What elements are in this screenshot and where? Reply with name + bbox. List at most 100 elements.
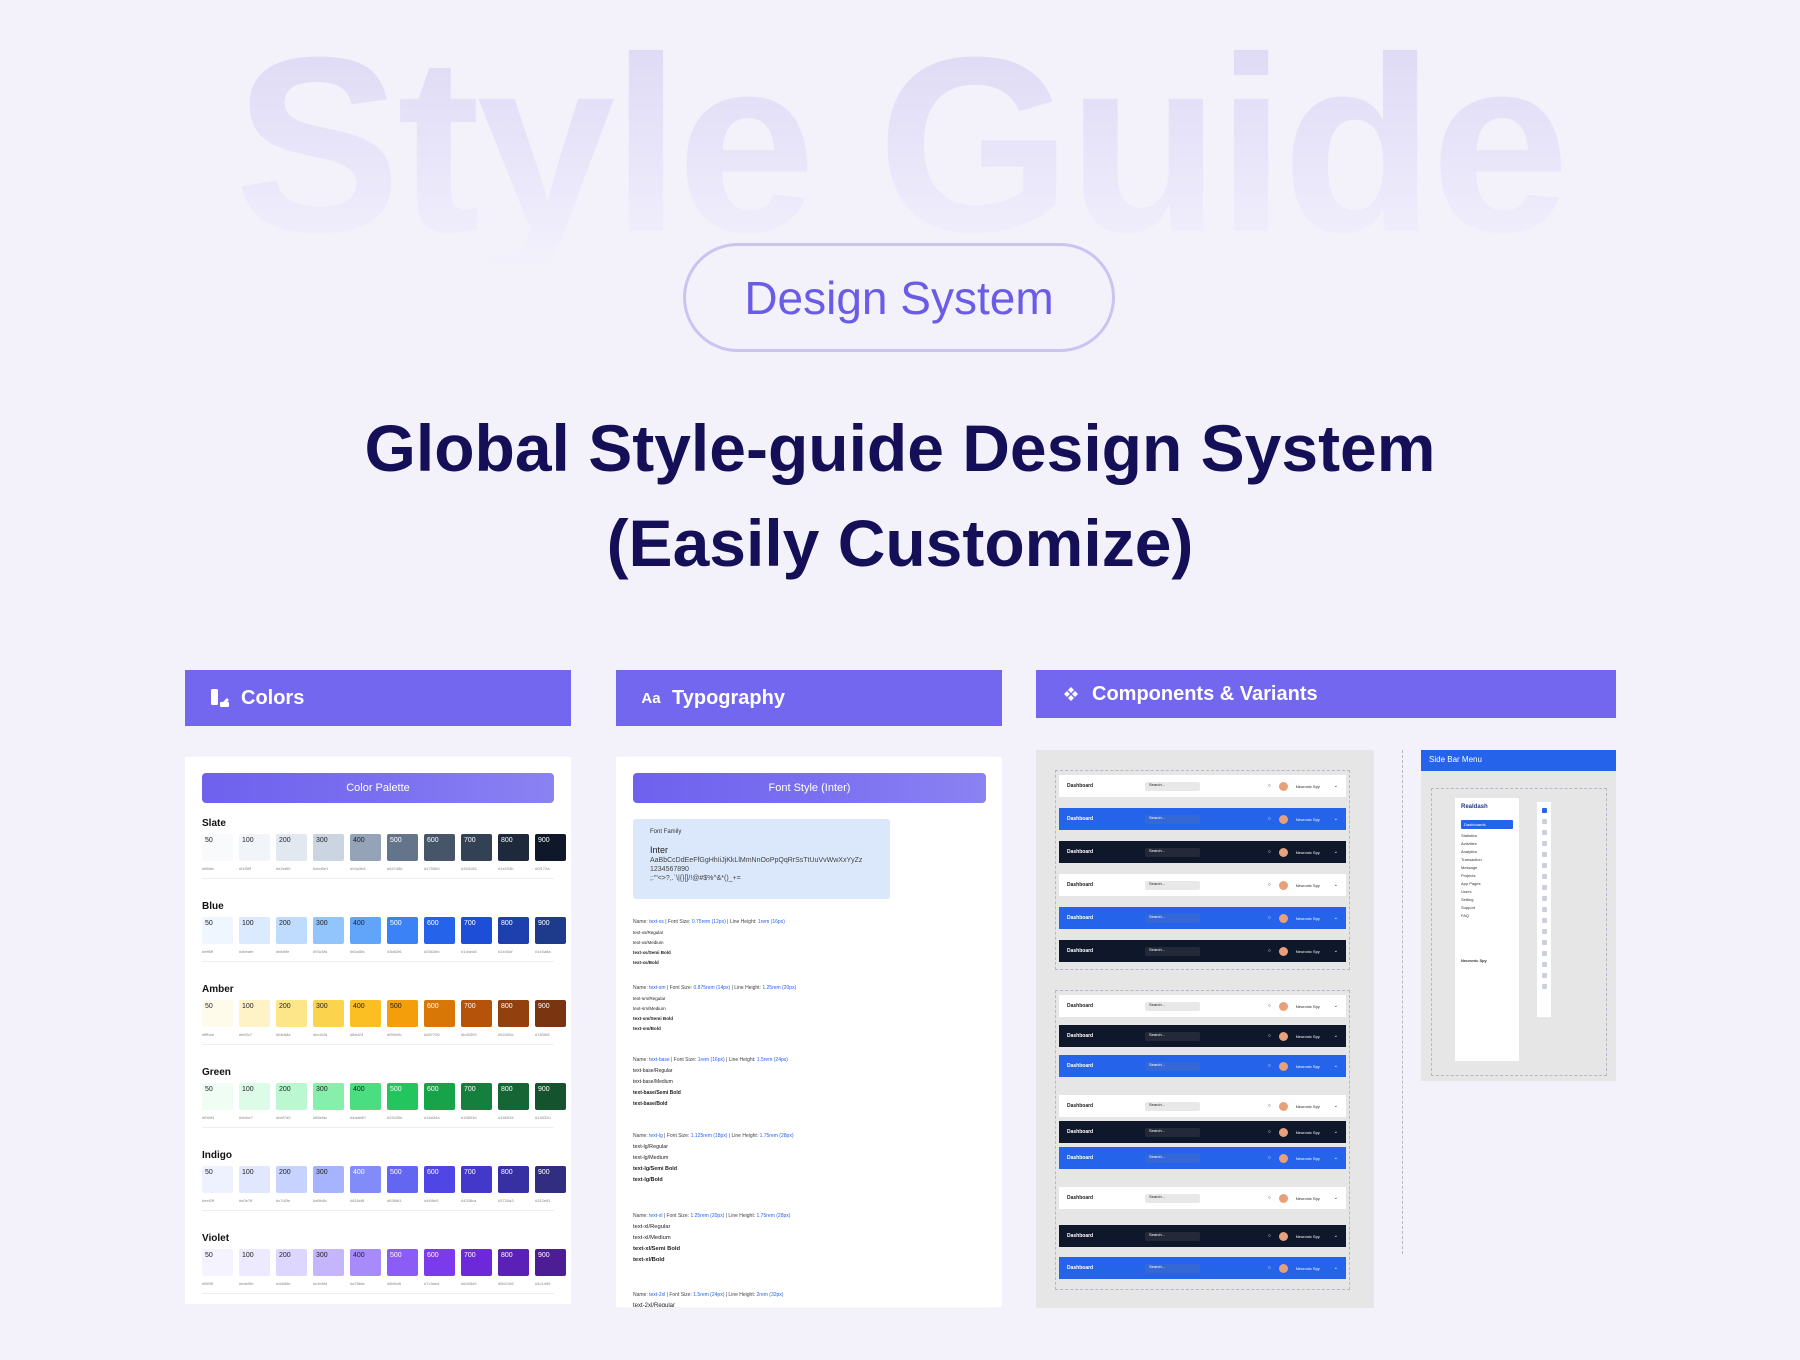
rail-icon[interactable] bbox=[1541, 907, 1547, 912]
sidebar-item[interactable]: FAQ bbox=[1461, 913, 1513, 918]
avatar[interactable] bbox=[1278, 913, 1288, 923]
color-swatch: 100 #dcfce7 bbox=[239, 1083, 270, 1121]
header-search-input[interactable]: Search... bbox=[1145, 781, 1200, 791]
rail-icon[interactable] bbox=[1541, 896, 1547, 901]
rail-icon[interactable] bbox=[1541, 819, 1547, 824]
chevron-down-icon[interactable]: ⌄ bbox=[1334, 1033, 1338, 1039]
rail-icon[interactable] bbox=[1541, 951, 1547, 956]
swatch-hex: #4f46e5 bbox=[424, 1198, 439, 1203]
avatar[interactable] bbox=[1278, 1153, 1288, 1163]
avatar[interactable] bbox=[1278, 847, 1288, 857]
header-search-input[interactable]: Search... bbox=[1145, 814, 1200, 824]
header-search-input[interactable]: Search... bbox=[1145, 1101, 1200, 1111]
rail-icon[interactable] bbox=[1541, 885, 1547, 890]
avatar[interactable] bbox=[1278, 1031, 1288, 1041]
chevron-down-icon[interactable]: ⌄ bbox=[1334, 1063, 1338, 1069]
chevron-down-icon[interactable]: ⌄ bbox=[1334, 1265, 1338, 1271]
bell-icon[interactable]: ○ bbox=[1268, 1003, 1271, 1009]
bell-icon[interactable]: ○ bbox=[1268, 915, 1271, 921]
rail-icon[interactable] bbox=[1541, 863, 1547, 868]
avatar[interactable] bbox=[1278, 1231, 1288, 1241]
sidebar-item[interactable]: Users bbox=[1461, 889, 1513, 894]
bell-icon[interactable]: ○ bbox=[1268, 882, 1271, 888]
header-search-input[interactable]: Search... bbox=[1145, 1127, 1200, 1137]
bell-icon[interactable]: ○ bbox=[1268, 1103, 1271, 1109]
rail-icon[interactable] bbox=[1541, 962, 1547, 967]
chevron-down-icon[interactable]: ⌄ bbox=[1334, 1003, 1338, 1009]
chevron-down-icon[interactable]: ⌄ bbox=[1334, 915, 1338, 921]
header-search-input[interactable]: Search... bbox=[1145, 1031, 1200, 1041]
font-style-title: Font Style (Inter) bbox=[633, 773, 986, 803]
bell-icon[interactable]: ○ bbox=[1268, 849, 1271, 855]
header-search-input[interactable]: Search... bbox=[1145, 1001, 1200, 1011]
avatar[interactable] bbox=[1278, 880, 1288, 890]
rail-icon[interactable] bbox=[1541, 918, 1547, 923]
header-search-input[interactable]: Search... bbox=[1145, 946, 1200, 956]
chevron-down-icon[interactable]: ⌄ bbox=[1334, 1233, 1338, 1239]
header-search-input[interactable]: Search... bbox=[1145, 913, 1200, 923]
avatar[interactable] bbox=[1278, 1001, 1288, 1011]
bell-icon[interactable]: ○ bbox=[1268, 1233, 1271, 1239]
avatar[interactable] bbox=[1278, 1061, 1288, 1071]
sidebar-item[interactable]: Statistics bbox=[1461, 833, 1513, 838]
bell-icon[interactable]: ○ bbox=[1268, 816, 1271, 822]
header-search-input[interactable]: Search... bbox=[1145, 880, 1200, 890]
bell-icon[interactable]: ○ bbox=[1268, 1033, 1271, 1039]
avatar[interactable] bbox=[1278, 781, 1288, 791]
bell-icon[interactable]: ○ bbox=[1268, 1063, 1271, 1069]
chevron-down-icon[interactable]: ⌄ bbox=[1334, 1103, 1338, 1109]
sidebar-item[interactable]: App Pages bbox=[1461, 881, 1513, 886]
avatar[interactable] bbox=[1278, 1193, 1288, 1203]
color-group-name: Violet bbox=[202, 1233, 230, 1244]
color-swatch: 50 #f0fdf4 bbox=[202, 1083, 233, 1121]
sidebar-item[interactable]: Activities bbox=[1461, 841, 1513, 846]
color-group-amber: Amber 50 #fffbeb 100 #fef3c7 200 #fde68a 300 #fc… bbox=[202, 984, 566, 1045]
chevron-down-icon[interactable]: ⌄ bbox=[1334, 849, 1338, 855]
rail-icon[interactable] bbox=[1541, 808, 1547, 813]
type-style-text-xl: Name: text-xl | Font Size: 1.25rem (20px… bbox=[633, 1213, 963, 1263]
chevron-down-icon[interactable]: ⌄ bbox=[1334, 882, 1338, 888]
bell-icon[interactable]: ○ bbox=[1268, 783, 1271, 789]
rail-icon[interactable] bbox=[1541, 852, 1547, 857]
avatar[interactable] bbox=[1278, 1127, 1288, 1137]
color-swatch: 500 #8b5cf6 bbox=[387, 1249, 418, 1287]
sidebar-active-item[interactable]: Dashboards bbox=[1461, 820, 1513, 829]
rail-icon[interactable] bbox=[1541, 973, 1547, 978]
swatch-hex: #dbeafe bbox=[239, 949, 254, 954]
sidebar-item[interactable]: Setting bbox=[1461, 897, 1513, 902]
rail-icon[interactable] bbox=[1541, 841, 1547, 846]
sidebar-item[interactable]: Analytics bbox=[1461, 849, 1513, 854]
chevron-down-icon[interactable]: ⌄ bbox=[1334, 783, 1338, 789]
header-search-input[interactable]: Search... bbox=[1145, 1153, 1200, 1163]
avatar[interactable] bbox=[1278, 946, 1288, 956]
header-search-input[interactable]: Search... bbox=[1145, 1061, 1200, 1071]
chevron-down-icon[interactable]: ⌄ bbox=[1334, 1155, 1338, 1161]
rail-icon[interactable] bbox=[1541, 940, 1547, 945]
header-search-input[interactable]: Search... bbox=[1145, 847, 1200, 857]
sidebar-item[interactable]: Projects bbox=[1461, 873, 1513, 878]
rail-icon[interactable] bbox=[1541, 929, 1547, 934]
rail-icon[interactable] bbox=[1541, 874, 1547, 879]
chevron-down-icon[interactable]: ⌄ bbox=[1334, 948, 1338, 954]
sidebar-item[interactable]: Message bbox=[1461, 865, 1513, 870]
rail-icon[interactable] bbox=[1541, 984, 1547, 989]
header-search-input[interactable]: Search... bbox=[1145, 1231, 1200, 1241]
bell-icon[interactable]: ○ bbox=[1268, 948, 1271, 954]
avatar[interactable] bbox=[1278, 1263, 1288, 1273]
sidebar-item[interactable]: Support bbox=[1461, 905, 1513, 910]
bell-icon[interactable]: ○ bbox=[1268, 1265, 1271, 1271]
swatch-step: 700 bbox=[461, 1000, 492, 1027]
header-search-input[interactable]: Search... bbox=[1145, 1263, 1200, 1273]
avatar[interactable] bbox=[1278, 1101, 1288, 1111]
header-search-input[interactable]: Search... bbox=[1145, 1193, 1200, 1203]
avatar[interactable] bbox=[1278, 814, 1288, 824]
chevron-down-icon[interactable]: ⌄ bbox=[1334, 1129, 1338, 1135]
sidebar-item[interactable]: Transaction bbox=[1461, 857, 1513, 862]
bell-icon[interactable]: ○ bbox=[1268, 1129, 1271, 1135]
header-variant-navy: Dashboard Search... ○ Neuronic Spy ⌄ bbox=[1059, 1025, 1346, 1047]
bell-icon[interactable]: ○ bbox=[1268, 1195, 1271, 1201]
chevron-down-icon[interactable]: ⌄ bbox=[1334, 816, 1338, 822]
bell-icon[interactable]: ○ bbox=[1268, 1155, 1271, 1161]
chevron-down-icon[interactable]: ⌄ bbox=[1334, 1195, 1338, 1201]
rail-icon[interactable] bbox=[1541, 830, 1547, 835]
